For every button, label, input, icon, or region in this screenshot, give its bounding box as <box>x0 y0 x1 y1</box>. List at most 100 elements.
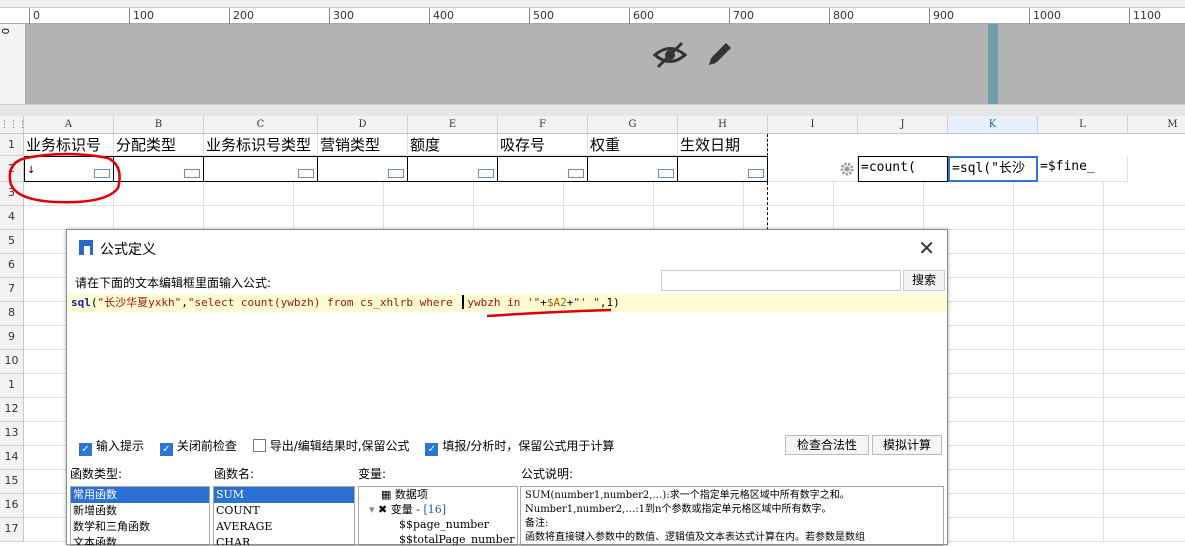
column-header-g[interactable]: G <box>588 116 678 134</box>
tree-node-data-item[interactable]: ▦ 数据项 <box>367 487 517 502</box>
cell-k2[interactable]: =sql("长沙 <box>948 156 1038 182</box>
row-header[interactable]: 5 <box>0 230 24 254</box>
header-cell-g1[interactable]: 权重 <box>588 134 678 156</box>
ruler-tick: 300 <box>329 8 354 24</box>
ruler-tick: 200 <box>229 8 254 24</box>
ruler-tick: 700 <box>729 8 754 24</box>
cell-e2[interactable] <box>408 156 498 182</box>
list-item[interactable]: CHAR <box>214 535 354 545</box>
app-logo-icon <box>79 240 93 255</box>
option-keep-formula-export[interactable]: 导出/编辑结果时,保留公式 <box>252 437 410 454</box>
option-close-check[interactable]: ✓ 关闭前检查 <box>159 437 237 456</box>
option-label: 填报/分析时，保留公式用于计算 <box>442 439 615 453</box>
checkbox-unchecked-icon[interactable] <box>252 439 266 452</box>
column-header-m[interactable]: M <box>1128 116 1185 134</box>
row-header[interactable]: 8 <box>0 302 24 326</box>
row-header[interactable]: 14 <box>0 446 24 470</box>
row-header[interactable]: 6 <box>0 254 24 278</box>
column-header-l[interactable]: L <box>1038 116 1128 134</box>
row-header[interactable]: 16 <box>0 494 24 518</box>
option-label: 导出/编辑结果时,保留公式 <box>269 439 410 453</box>
row-header[interactable]: 13 <box>0 422 24 446</box>
desc-label: 公式说明: <box>521 467 574 481</box>
row-header[interactable]: 7 <box>0 278 24 302</box>
ruler-tick: 400 <box>429 8 454 24</box>
check-validity-button[interactable]: 检查合法性 <box>785 435 869 455</box>
header-cell-f1[interactable]: 吸存号 <box>498 134 588 156</box>
list-item[interactable]: 数学和三角函数 <box>71 519 209 535</box>
fn-name-list[interactable]: SUM COUNT AVERAGE CHAR <box>213 486 355 546</box>
row-header[interactable]: 10 <box>0 350 24 374</box>
list-item[interactable]: COUNT <box>214 503 354 519</box>
option-input-hint[interactable]: ✓ 输入提示 <box>79 437 144 456</box>
ruler-tick: 600 <box>629 8 654 24</box>
widget-icon <box>478 169 494 178</box>
row-header[interactable]: 9 <box>0 326 24 350</box>
column-header-c[interactable]: C <box>204 116 318 134</box>
header-cell-h1[interactable]: 生效日期 <box>678 134 768 156</box>
column-header-a[interactable]: A <box>24 116 114 134</box>
widget-icon <box>658 169 674 178</box>
list-item[interactable]: AVERAGE <box>214 519 354 535</box>
fn-type-list[interactable]: 常用函数 新增函数 数学和三角函数 文本函数 <box>70 486 210 546</box>
grid-corner[interactable]: ⋮⋮⋮ <box>0 116 27 134</box>
cell-f2[interactable] <box>498 156 588 182</box>
gear-icon[interactable] <box>839 161 855 177</box>
list-item[interactable]: 新增函数 <box>71 503 209 519</box>
column-header-i[interactable]: I <box>768 116 858 134</box>
tree-leaf[interactable]: $$totalPage_number <box>367 532 517 545</box>
checkbox-checked-icon[interactable]: ✓ <box>425 443 439 456</box>
header-cell-b1[interactable]: 分配类型 <box>114 134 204 156</box>
dialog-titlebar[interactable]: 公式定义 ✕ <box>67 230 947 266</box>
row-header[interactable]: 17 <box>0 518 24 542</box>
column-header-e[interactable]: E <box>408 116 498 134</box>
ruler-tick: 0 <box>29 8 40 24</box>
cell-i2[interactable] <box>768 156 858 182</box>
cell-c2[interactable] <box>204 156 318 182</box>
column-header-h[interactable]: H <box>678 116 768 134</box>
cell-b2[interactable] <box>114 156 204 182</box>
cell-l2[interactable]: =$fine_ <box>1038 156 1128 182</box>
cell-g2[interactable] <box>588 156 678 182</box>
column-header-b[interactable]: B <box>114 116 204 134</box>
list-item[interactable]: 常用函数 <box>71 487 209 503</box>
fn-name-label: 函数名: <box>214 467 255 481</box>
row-header[interactable]: 12 <box>0 398 24 422</box>
column-header-f[interactable]: F <box>498 116 588 134</box>
cell-d2[interactable] <box>318 156 408 182</box>
list-item[interactable]: 文本函数 <box>71 535 209 545</box>
column-header-k[interactable]: K <box>948 116 1038 134</box>
close-icon[interactable]: ✕ <box>918 236 935 260</box>
checkbox-checked-icon[interactable]: ✓ <box>159 443 173 456</box>
column-header-j[interactable]: J <box>858 116 948 134</box>
table-icon: ▦ <box>381 488 395 501</box>
header-cell-c1[interactable]: 业务标识号类型 <box>204 134 318 156</box>
pencil-icon[interactable] <box>704 38 736 70</box>
search-button[interactable]: 搜索 <box>903 270 945 291</box>
desc-line: SUM(number1,number2,…):求一个指定单元格区域中所有数字之和… <box>525 490 850 501</box>
column-header-d[interactable]: D <box>318 116 408 134</box>
variable-icon: ✖ <box>378 503 391 516</box>
search-input[interactable] <box>661 270 901 291</box>
chevron-down-icon[interactable]: ▾ <box>369 503 378 516</box>
cell-j2[interactable]: =count( <box>858 156 948 182</box>
tree-leaf[interactable]: $$page_number <box>367 517 517 532</box>
formula-dialog[interactable]: 公式定义 ✕ 请在下面的文本编辑框里面输入公式: 搜索 sql("长沙华夏yxk… <box>66 229 948 546</box>
simulate-button[interactable]: 模拟计算 <box>872 435 942 455</box>
variable-tree[interactable]: ▦ 数据项 ▾ ✖ 变量 - [16] $$page_number $$tota… <box>358 486 518 546</box>
checkbox-checked-icon[interactable]: ✓ <box>79 443 92 456</box>
option-keep-formula-fill[interactable]: ✓ 填报/分析时，保留公式用于计算 <box>425 437 614 456</box>
variable-count: [16] <box>423 503 447 516</box>
fn-type-label: 函数类型: <box>70 467 123 481</box>
cell-h2[interactable] <box>678 156 768 182</box>
widget-icon <box>184 169 200 178</box>
header-cell-d1[interactable]: 营销类型 <box>318 134 408 156</box>
eye-slash-icon[interactable] <box>652 40 688 70</box>
header-cell-e1[interactable]: 额度 <box>408 134 498 156</box>
list-item[interactable]: SUM <box>214 487 354 503</box>
widget-icon <box>748 169 764 178</box>
row-header[interactable]: 1 <box>0 374 24 398</box>
row-header[interactable]: 15 <box>0 470 24 494</box>
row-header[interactable]: 4 <box>0 206 24 230</box>
tree-node-variables[interactable]: ▾ ✖ 变量 - [16] <box>367 502 517 517</box>
